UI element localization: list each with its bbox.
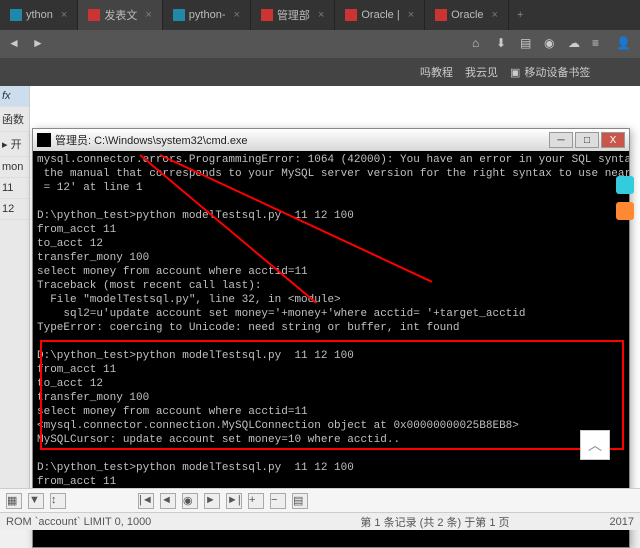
tab-python2[interactable]: python-× (163, 0, 251, 30)
app-icon[interactable] (616, 202, 634, 220)
page-info: 第 1 条记录 (共 2 条) 于第 1 页 (360, 514, 509, 530)
bookmark-folder[interactable]: ▣ 移动设备书签 (510, 64, 590, 80)
year-label: 2017 (610, 516, 634, 528)
close-icon[interactable]: × (61, 9, 67, 21)
last-icon[interactable]: ►| (226, 493, 242, 509)
del-icon[interactable]: − (270, 493, 286, 509)
val-11: 11 (0, 178, 29, 199)
grid-icon[interactable]: ▦ (6, 493, 22, 509)
maximize-button[interactable]: □ (575, 132, 599, 148)
bookmark-bar: 吗教程 我云见 ▣ 移动设备书签 (0, 58, 640, 86)
tab-icon (10, 9, 22, 21)
tab-icon (261, 9, 273, 21)
menu-icon[interactable]: ≡ (592, 36, 608, 52)
next-icon[interactable]: ► (204, 493, 220, 509)
forward-icon[interactable]: ► (32, 36, 48, 52)
status-bar: ROM `account` LIMIT 0, 1000 第 1 条记录 (共 2… (0, 512, 640, 530)
close-button[interactable]: X (601, 132, 625, 148)
browser-toolbar: ◄ ► ⌂ ⬇ ▤ ◉ ☁ ≡ 👤 (0, 30, 640, 58)
camera-icon[interactable]: ◉ (544, 36, 560, 52)
open-item[interactable]: ▸ 开 (0, 132, 29, 157)
app-icon[interactable] (616, 176, 634, 194)
cloud-icon[interactable]: ☁ (568, 36, 584, 52)
cmd-titlebar[interactable]: 管理员: C:\Windows\system32\cmd.exe ─ □ X (33, 129, 629, 151)
prev-icon[interactable]: ◄ (160, 493, 176, 509)
first-icon[interactable]: |◄ (138, 493, 154, 509)
tab-python[interactable]: ython× (0, 0, 78, 30)
cmd-title: 管理员: C:\Windows\system32\cmd.exe (55, 132, 549, 148)
function-label: 函数 (0, 107, 29, 132)
tab-icon (173, 9, 185, 21)
content-area: fx 函数 ▸ 开 mon 11 12 ─ ▢ × 管理员: C:\Window… (0, 86, 640, 530)
cmd-window: 管理员: C:\Windows\system32\cmd.exe ─ □ X m… (32, 128, 630, 548)
mon-item[interactable]: mon (0, 157, 29, 178)
tab-admin[interactable]: 管理部× (251, 0, 335, 30)
user-icon[interactable]: 👤 (616, 36, 632, 52)
minimize-button[interactable]: ─ (549, 132, 573, 148)
bookmark-item[interactable]: 吗教程 (420, 64, 453, 80)
fx-button[interactable]: fx (0, 86, 29, 107)
left-panel: fx 函数 ▸ 开 mon 11 12 (0, 86, 30, 530)
tab-icon (435, 9, 447, 21)
close-icon[interactable]: × (234, 9, 240, 21)
browser-tabs: ython× 发表文× python-× 管理部× Oracle |× Orac… (0, 0, 640, 30)
add-icon[interactable]: + (248, 493, 264, 509)
query-text: ROM `account` LIMIT 0, 1000 (6, 516, 151, 528)
cmd-icon (37, 133, 51, 147)
layout-icon[interactable]: ▤ (292, 493, 308, 509)
tab-oracle1[interactable]: Oracle |× (335, 0, 425, 30)
val-12: 12 (0, 199, 29, 220)
stop-icon[interactable]: ◉ (182, 493, 198, 509)
download-icon[interactable]: ⬇ (496, 36, 512, 52)
note-icon[interactable]: ▤ (520, 36, 536, 52)
sort-icon[interactable]: ↕ (50, 493, 66, 509)
close-icon[interactable]: × (492, 9, 498, 21)
bookmark-item[interactable]: 我云见 (465, 64, 498, 80)
home-icon[interactable]: ⌂ (472, 36, 488, 52)
tab-article[interactable]: 发表文× (78, 0, 162, 30)
tab-icon (88, 9, 100, 21)
tab-oracle2[interactable]: Oracle× (425, 0, 509, 30)
close-icon[interactable]: × (145, 9, 151, 21)
scroll-top-button[interactable]: ︿ (580, 430, 610, 460)
filter-icon[interactable]: ▼ (28, 493, 44, 509)
side-apps (616, 176, 636, 220)
close-icon[interactable]: × (408, 9, 414, 21)
close-icon[interactable]: × (318, 9, 324, 21)
nav-toolbar: ▦ ▼ ↕ |◄ ◄ ◉ ► ►| + − ▤ (0, 488, 640, 512)
back-icon[interactable]: ◄ (8, 36, 24, 52)
new-tab-button[interactable]: + (509, 9, 531, 21)
tab-icon (345, 9, 357, 21)
